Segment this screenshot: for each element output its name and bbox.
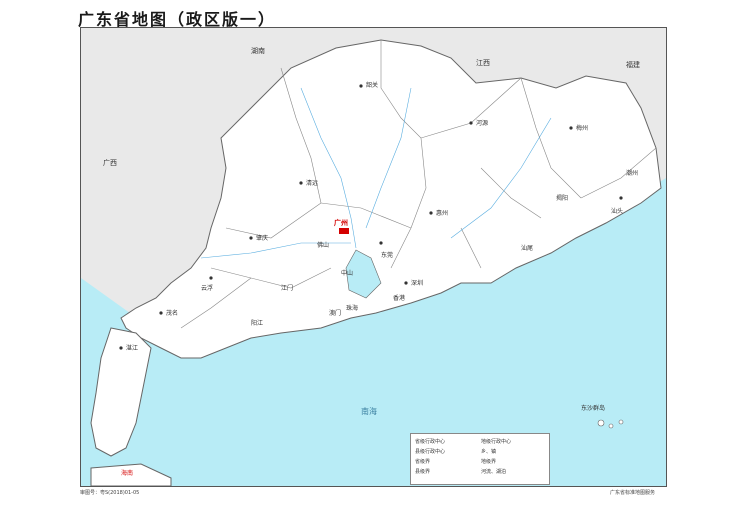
label-city: 肇庆 — [256, 235, 269, 242]
label-city: 深圳 — [411, 280, 424, 287]
label-city: 香港 — [393, 295, 406, 302]
label-city: 揭阳 — [556, 195, 569, 202]
map-legend: 省级行政中心 地级行政中心 县级行政中心 乡、镇 省级界 地级界 县级界 河流、… — [410, 433, 550, 485]
label-city: 汕头 — [611, 208, 624, 215]
legend-item: 县级界 — [415, 469, 431, 475]
label-city: 佛山 — [317, 242, 330, 249]
label-city: 河源 — [476, 120, 489, 127]
label-capital: 广州 — [334, 219, 348, 227]
label-city: 东莞 — [381, 252, 394, 259]
label-city: 江门 — [281, 285, 294, 292]
label-city: 中山 — [341, 270, 354, 277]
label-city: 云浮 — [201, 285, 214, 292]
map-svg — [81, 39, 666, 486]
map-page: 广东省地图（政区版一） 湖南 江西 福建 广西 韶关 清远 河源 梅州 潮州 汕… — [0, 0, 750, 512]
label-city: 汕尾 — [521, 245, 534, 252]
label-city: 梅州 — [576, 125, 589, 132]
label-hunan: 湖南 — [251, 47, 265, 55]
map-source: 广东省标准地图服务 — [610, 490, 656, 496]
label-city: 潮州 — [626, 170, 639, 177]
legend-item: 乡、镇 — [481, 449, 497, 455]
map-approval-number: 审图号：粤S(2018)01-05 — [80, 490, 140, 496]
label-city: 惠州 — [436, 210, 449, 217]
label-fujian: 福建 — [626, 61, 640, 69]
legend-item: 地级行政中心 — [481, 439, 512, 445]
label-jiangxi: 江西 — [476, 59, 490, 67]
label-city: 湛江 — [126, 345, 139, 352]
legend-item: 河流、湖泊 — [481, 469, 507, 475]
label-islands: 东沙群岛 — [581, 405, 606, 412]
label-city: 澳门 — [329, 310, 342, 317]
map-canvas[interactable]: 湖南 江西 福建 广西 韶关 清远 河源 梅州 潮州 汕头 揭阳 汕尾 惠州 东… — [80, 27, 667, 487]
label-city: 清远 — [306, 180, 319, 187]
legend-item: 省级界 — [415, 459, 431, 465]
legend-item: 省级行政中心 — [415, 439, 446, 445]
legend-item: 地级界 — [481, 459, 497, 465]
label-guangxi: 广西 — [103, 159, 117, 167]
label-hainan: 海南 — [121, 470, 134, 477]
label-city: 阳江 — [251, 320, 264, 327]
label-city: 珠海 — [346, 305, 359, 312]
label-city: 韶关 — [366, 82, 379, 89]
label-city: 茂名 — [166, 310, 179, 317]
capital-marker — [339, 228, 349, 234]
legend-item: 县级行政中心 — [415, 449, 446, 455]
label-sea: 南海 — [361, 407, 377, 416]
